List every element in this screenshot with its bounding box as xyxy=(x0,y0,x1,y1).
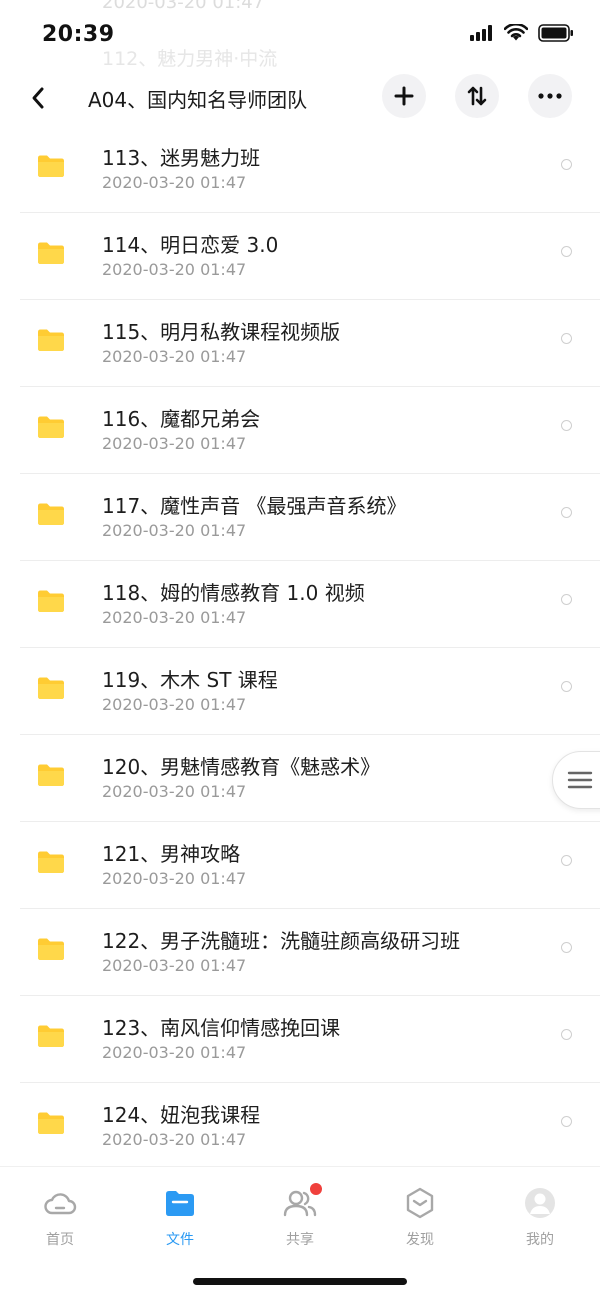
select-radio[interactable] xyxy=(561,159,572,170)
list-item[interactable]: 118、姆的情感教育 1.0 视频 2020-03-20 01:47 xyxy=(0,561,600,648)
folder-name: 114、明日恋爱 3.0 xyxy=(102,233,279,257)
folder-icon xyxy=(38,242,64,264)
status-bar: 2020-03-20 01:47 112、魅力男神·中流 20:39 xyxy=(0,0,600,70)
avatar-icon xyxy=(522,1185,558,1221)
folder-icon xyxy=(38,590,64,612)
folder-icon xyxy=(38,503,64,525)
wifi-icon xyxy=(504,24,528,41)
status-icons xyxy=(470,24,574,42)
ghost-date-text: 2020-03-20 01:47 xyxy=(102,0,265,13)
tab-share[interactable]: 共享 xyxy=(260,1183,340,1249)
folder-name: 122、男子洗髓班：洗髓驻颜高级研习班 xyxy=(102,929,461,953)
folder-date: 2020-03-20 01:47 xyxy=(102,608,247,627)
plus-icon xyxy=(394,86,414,106)
folder-date: 2020-03-20 01:47 xyxy=(102,869,247,888)
folder-name: 120、男魅情感教育《魅惑术》 xyxy=(102,755,381,779)
select-radio[interactable] xyxy=(561,1029,572,1040)
folder-icon xyxy=(38,416,64,438)
signal-icon xyxy=(470,25,492,41)
list-item[interactable]: 124、妞泡我课程 2020-03-20 01:47 xyxy=(0,1083,600,1170)
folder-date: 2020-03-20 01:47 xyxy=(102,695,247,714)
tab-label: 发现 xyxy=(406,1232,434,1248)
folder-name: 117、魔性声音 《最强声音系统》 xyxy=(102,494,407,518)
folder-date: 2020-03-20 01:47 xyxy=(102,173,247,192)
tab-label: 我的 xyxy=(526,1232,554,1248)
folder-date: 2020-03-20 01:47 xyxy=(102,782,247,801)
people-icon xyxy=(282,1183,322,1221)
nav-bar: A04、国内知名导师团队 xyxy=(0,70,600,126)
more-icon xyxy=(538,93,562,99)
menu-icon xyxy=(567,771,593,789)
list-item[interactable]: 119、木木 ST 课程 2020-03-20 01:47 xyxy=(0,648,600,735)
folder-date: 2020-03-20 01:47 xyxy=(102,956,247,975)
folder-icon xyxy=(162,1185,198,1221)
select-radio[interactable] xyxy=(561,1116,572,1127)
tab-home[interactable]: 首页 xyxy=(20,1185,100,1249)
select-radio[interactable] xyxy=(561,246,572,257)
select-radio[interactable] xyxy=(561,681,572,692)
back-button[interactable] xyxy=(20,78,56,118)
ghost-folder-name: 112、魅力男神·中流 xyxy=(102,48,278,70)
folder-icon xyxy=(38,1112,64,1134)
list-item[interactable]: 116、魔都兄弟会 2020-03-20 01:47 xyxy=(0,387,600,474)
tab-files[interactable]: 文件 xyxy=(140,1185,220,1249)
folder-icon xyxy=(38,764,64,786)
add-button[interactable] xyxy=(382,74,426,118)
list-item[interactable]: 123、南风信仰情感挽回课 2020-03-20 01:47 xyxy=(0,996,600,1083)
select-radio[interactable] xyxy=(561,594,572,605)
folder-name: 115、明月私教课程视频版 xyxy=(102,320,341,344)
folder-name: 121、男神攻略 xyxy=(102,842,241,866)
tab-label: 首页 xyxy=(46,1232,74,1248)
battery-icon xyxy=(538,24,573,42)
folder-icon xyxy=(38,938,64,960)
folder-name: 116、魔都兄弟会 xyxy=(102,407,261,431)
folder-icon xyxy=(38,155,64,177)
sort-button[interactable] xyxy=(455,74,499,118)
list-item[interactable]: 114、明日恋爱 3.0 2020-03-20 01:47 xyxy=(0,213,600,300)
folder-name: 124、妞泡我课程 xyxy=(102,1103,261,1127)
select-radio[interactable] xyxy=(561,507,572,518)
select-radio[interactable] xyxy=(561,420,572,431)
select-radio[interactable] xyxy=(561,855,572,866)
folder-date: 2020-03-20 01:47 xyxy=(102,1130,247,1149)
sort-icon xyxy=(467,86,487,106)
tab-label: 文件 xyxy=(166,1232,194,1248)
list-item[interactable]: 122、男子洗髓班：洗髓驻颜高级研习班 2020-03-20 01:47 xyxy=(0,909,600,996)
file-list: 113、迷男魅力班 2020-03-20 01:47 114、明日恋爱 3.0 … xyxy=(0,126,600,1170)
folder-icon xyxy=(38,851,64,873)
tab-discover[interactable]: 发现 xyxy=(380,1185,460,1249)
status-time: 20:39 xyxy=(42,22,115,47)
more-button[interactable] xyxy=(528,74,572,118)
chevron-left-icon xyxy=(32,87,44,109)
folder-icon xyxy=(38,1025,64,1047)
home-indicator xyxy=(193,1278,407,1285)
discover-icon xyxy=(402,1185,438,1221)
list-item[interactable]: 113、迷男魅力班 2020-03-20 01:47 xyxy=(0,126,600,213)
folder-icon xyxy=(38,329,64,351)
list-item[interactable]: 115、明月私教课程视频版 2020-03-20 01:47 xyxy=(0,300,600,387)
folder-date: 2020-03-20 01:47 xyxy=(102,1043,247,1062)
folder-icon xyxy=(38,677,64,699)
page-title: A04、国内知名导师团队 xyxy=(88,88,308,112)
list-item[interactable]: 120、男魅情感教育《魅惑术》 2020-03-20 01:47 xyxy=(0,735,600,822)
tab-me[interactable]: 我的 xyxy=(500,1185,580,1249)
folder-name: 118、姆的情感教育 1.0 视频 xyxy=(102,581,365,605)
select-radio[interactable] xyxy=(561,333,572,344)
tab-label: 共享 xyxy=(286,1232,314,1248)
notification-badge xyxy=(310,1183,322,1195)
list-item[interactable]: 117、魔性声音 《最强声音系统》 2020-03-20 01:47 xyxy=(0,474,600,561)
list-item[interactable]: 121、男神攻略 2020-03-20 01:47 xyxy=(0,822,600,909)
cloud-icon xyxy=(42,1185,78,1221)
folder-name: 113、迷男魅力班 xyxy=(102,146,261,170)
folder-date: 2020-03-20 01:47 xyxy=(102,521,247,540)
folder-date: 2020-03-20 01:47 xyxy=(102,347,247,366)
folder-name: 123、南风信仰情感挽回课 xyxy=(102,1016,341,1040)
folder-name: 119、木木 ST 课程 xyxy=(102,668,278,692)
select-radio[interactable] xyxy=(561,942,572,953)
folder-date: 2020-03-20 01:47 xyxy=(102,434,247,453)
folder-date: 2020-03-20 01:47 xyxy=(102,260,247,279)
